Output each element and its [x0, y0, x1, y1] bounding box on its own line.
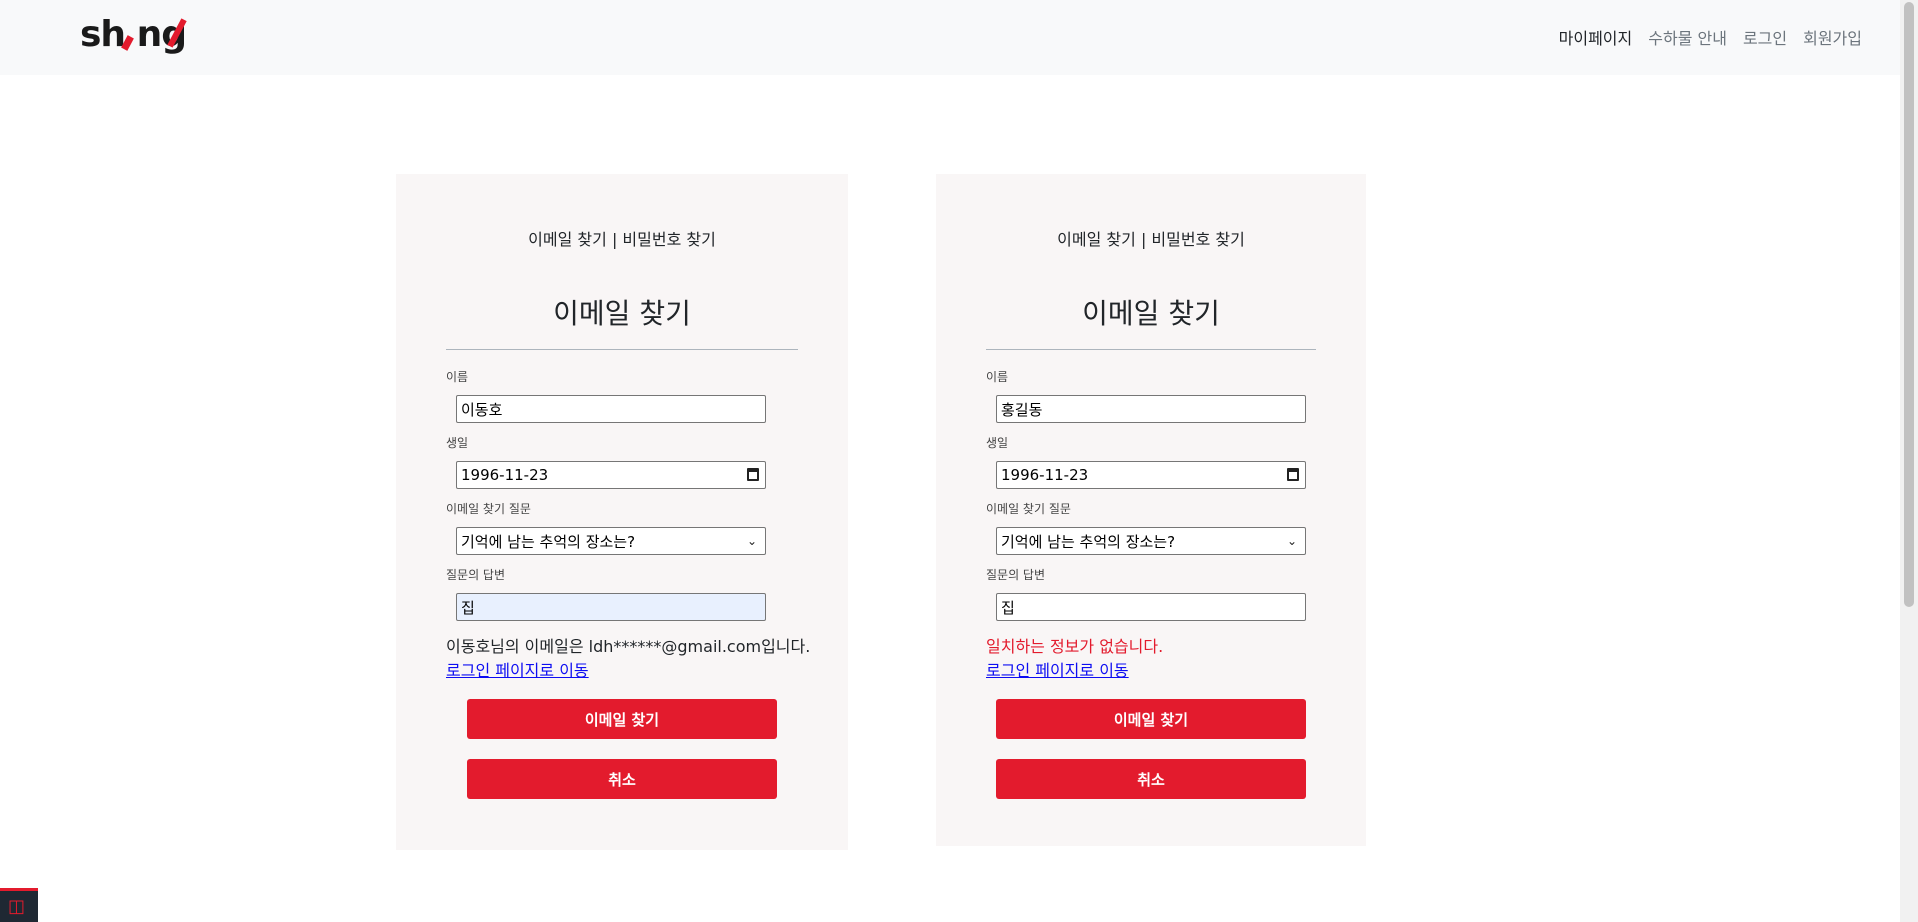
name-input[interactable]: 이동호: [456, 395, 766, 423]
divider: [986, 349, 1316, 350]
name-value: 이동호: [461, 400, 503, 419]
login-page-link[interactable]: 로그인 페이지로 이동: [986, 657, 1129, 681]
answer-input[interactable]: 집: [996, 593, 1306, 621]
switch-separator: |: [1135, 230, 1152, 249]
question-value: 기억에 남는 추억의 장소는?: [1001, 532, 1176, 551]
birth-value: 1996-11-23: [461, 466, 549, 484]
switch-find-email[interactable]: 이메일 찾기: [528, 230, 607, 249]
page-scrollbar[interactable]: [1900, 0, 1918, 922]
nav-signup[interactable]: 회원가입: [1803, 25, 1862, 49]
nav-links: 마이페이지 수하물 안내 로그인 회원가입: [1559, 25, 1862, 49]
scrollbar-thumb[interactable]: [1904, 2, 1914, 607]
nav-mypage[interactable]: 마이페이지: [1559, 25, 1633, 49]
name-input[interactable]: 홍길동: [996, 395, 1306, 423]
cancel-button[interactable]: 취소: [467, 759, 777, 799]
logo[interactable]: sh ng: [80, 14, 190, 56]
find-switch: 이메일 찾기 | 비밀번호 찾기: [396, 226, 848, 250]
cancel-button[interactable]: 취소: [996, 759, 1306, 799]
switch-find-password[interactable]: 비밀번호 찾기: [1151, 230, 1244, 249]
answer-label: 질문의 답변: [986, 568, 1046, 582]
navbar: sh ng 마이페이지 수하물 안내 로그인 회원가입: [0, 0, 1900, 75]
login-page-link[interactable]: 로그인 페이지로 이동: [446, 657, 589, 681]
question-select[interactable]: 기억에 남는 추억의 장소는? ⌄: [996, 527, 1306, 555]
question-select[interactable]: 기억에 남는 추억의 장소는? ⌄: [456, 527, 766, 555]
name-label: 이름: [986, 370, 1009, 384]
find-email-card-failure: 이메일 찾기 | 비밀번호 찾기 이메일 찾기 이름 홍길동 생일 1996-1…: [936, 174, 1366, 846]
switch-find-password[interactable]: 비밀번호 찾기: [622, 230, 715, 249]
calendar-icon[interactable]: [747, 468, 759, 481]
laravel-icon: ◫: [8, 896, 26, 917]
question-value: 기억에 남는 추억의 장소는?: [461, 532, 636, 551]
card-title: 이메일 찾기: [1082, 297, 1220, 330]
find-email-button[interactable]: 이메일 찾기: [996, 699, 1306, 739]
error-message: 일치하는 정보가 없습니다.: [986, 637, 1164, 656]
debugbar-toggle[interactable]: ◫: [0, 888, 38, 922]
card-title: 이메일 찾기: [553, 297, 691, 330]
birth-date-input[interactable]: 1996-11-23: [456, 461, 766, 489]
find-switch: 이메일 찾기 | 비밀번호 찾기: [936, 226, 1366, 250]
calendar-icon[interactable]: [1287, 468, 1299, 481]
question-label: 이메일 찾기 질문: [986, 502, 1071, 516]
birth-date-input[interactable]: 1996-11-23: [996, 461, 1306, 489]
birth-label: 생일: [986, 436, 1009, 450]
name-label: 이름: [446, 370, 469, 384]
logo-text: sh ng: [80, 14, 187, 55]
chevron-down-icon: ⌄: [746, 534, 757, 548]
answer-input[interactable]: 집: [456, 593, 766, 621]
switch-find-email[interactable]: 이메일 찾기: [1057, 230, 1136, 249]
find-email-card-success: 이메일 찾기 | 비밀번호 찾기 이메일 찾기 이름 이동호 생일 1996-1…: [396, 174, 848, 850]
answer-value: 집: [1001, 598, 1015, 617]
chevron-down-icon: ⌄: [1286, 534, 1297, 548]
birth-value: 1996-11-23: [1001, 466, 1089, 484]
name-value: 홍길동: [1001, 400, 1043, 419]
birth-label: 생일: [446, 436, 469, 450]
answer-value: 집: [461, 598, 475, 617]
find-email-button[interactable]: 이메일 찾기: [467, 699, 777, 739]
result-message: 이동호님의 이메일은 ldh******@gmail.com입니다.: [446, 637, 811, 656]
question-label: 이메일 찾기 질문: [446, 502, 531, 516]
nav-baggage-info[interactable]: 수하물 안내: [1648, 25, 1727, 49]
divider: [446, 349, 798, 350]
answer-label: 질문의 답변: [446, 568, 506, 582]
switch-separator: |: [606, 230, 623, 249]
nav-login[interactable]: 로그인: [1743, 25, 1787, 49]
